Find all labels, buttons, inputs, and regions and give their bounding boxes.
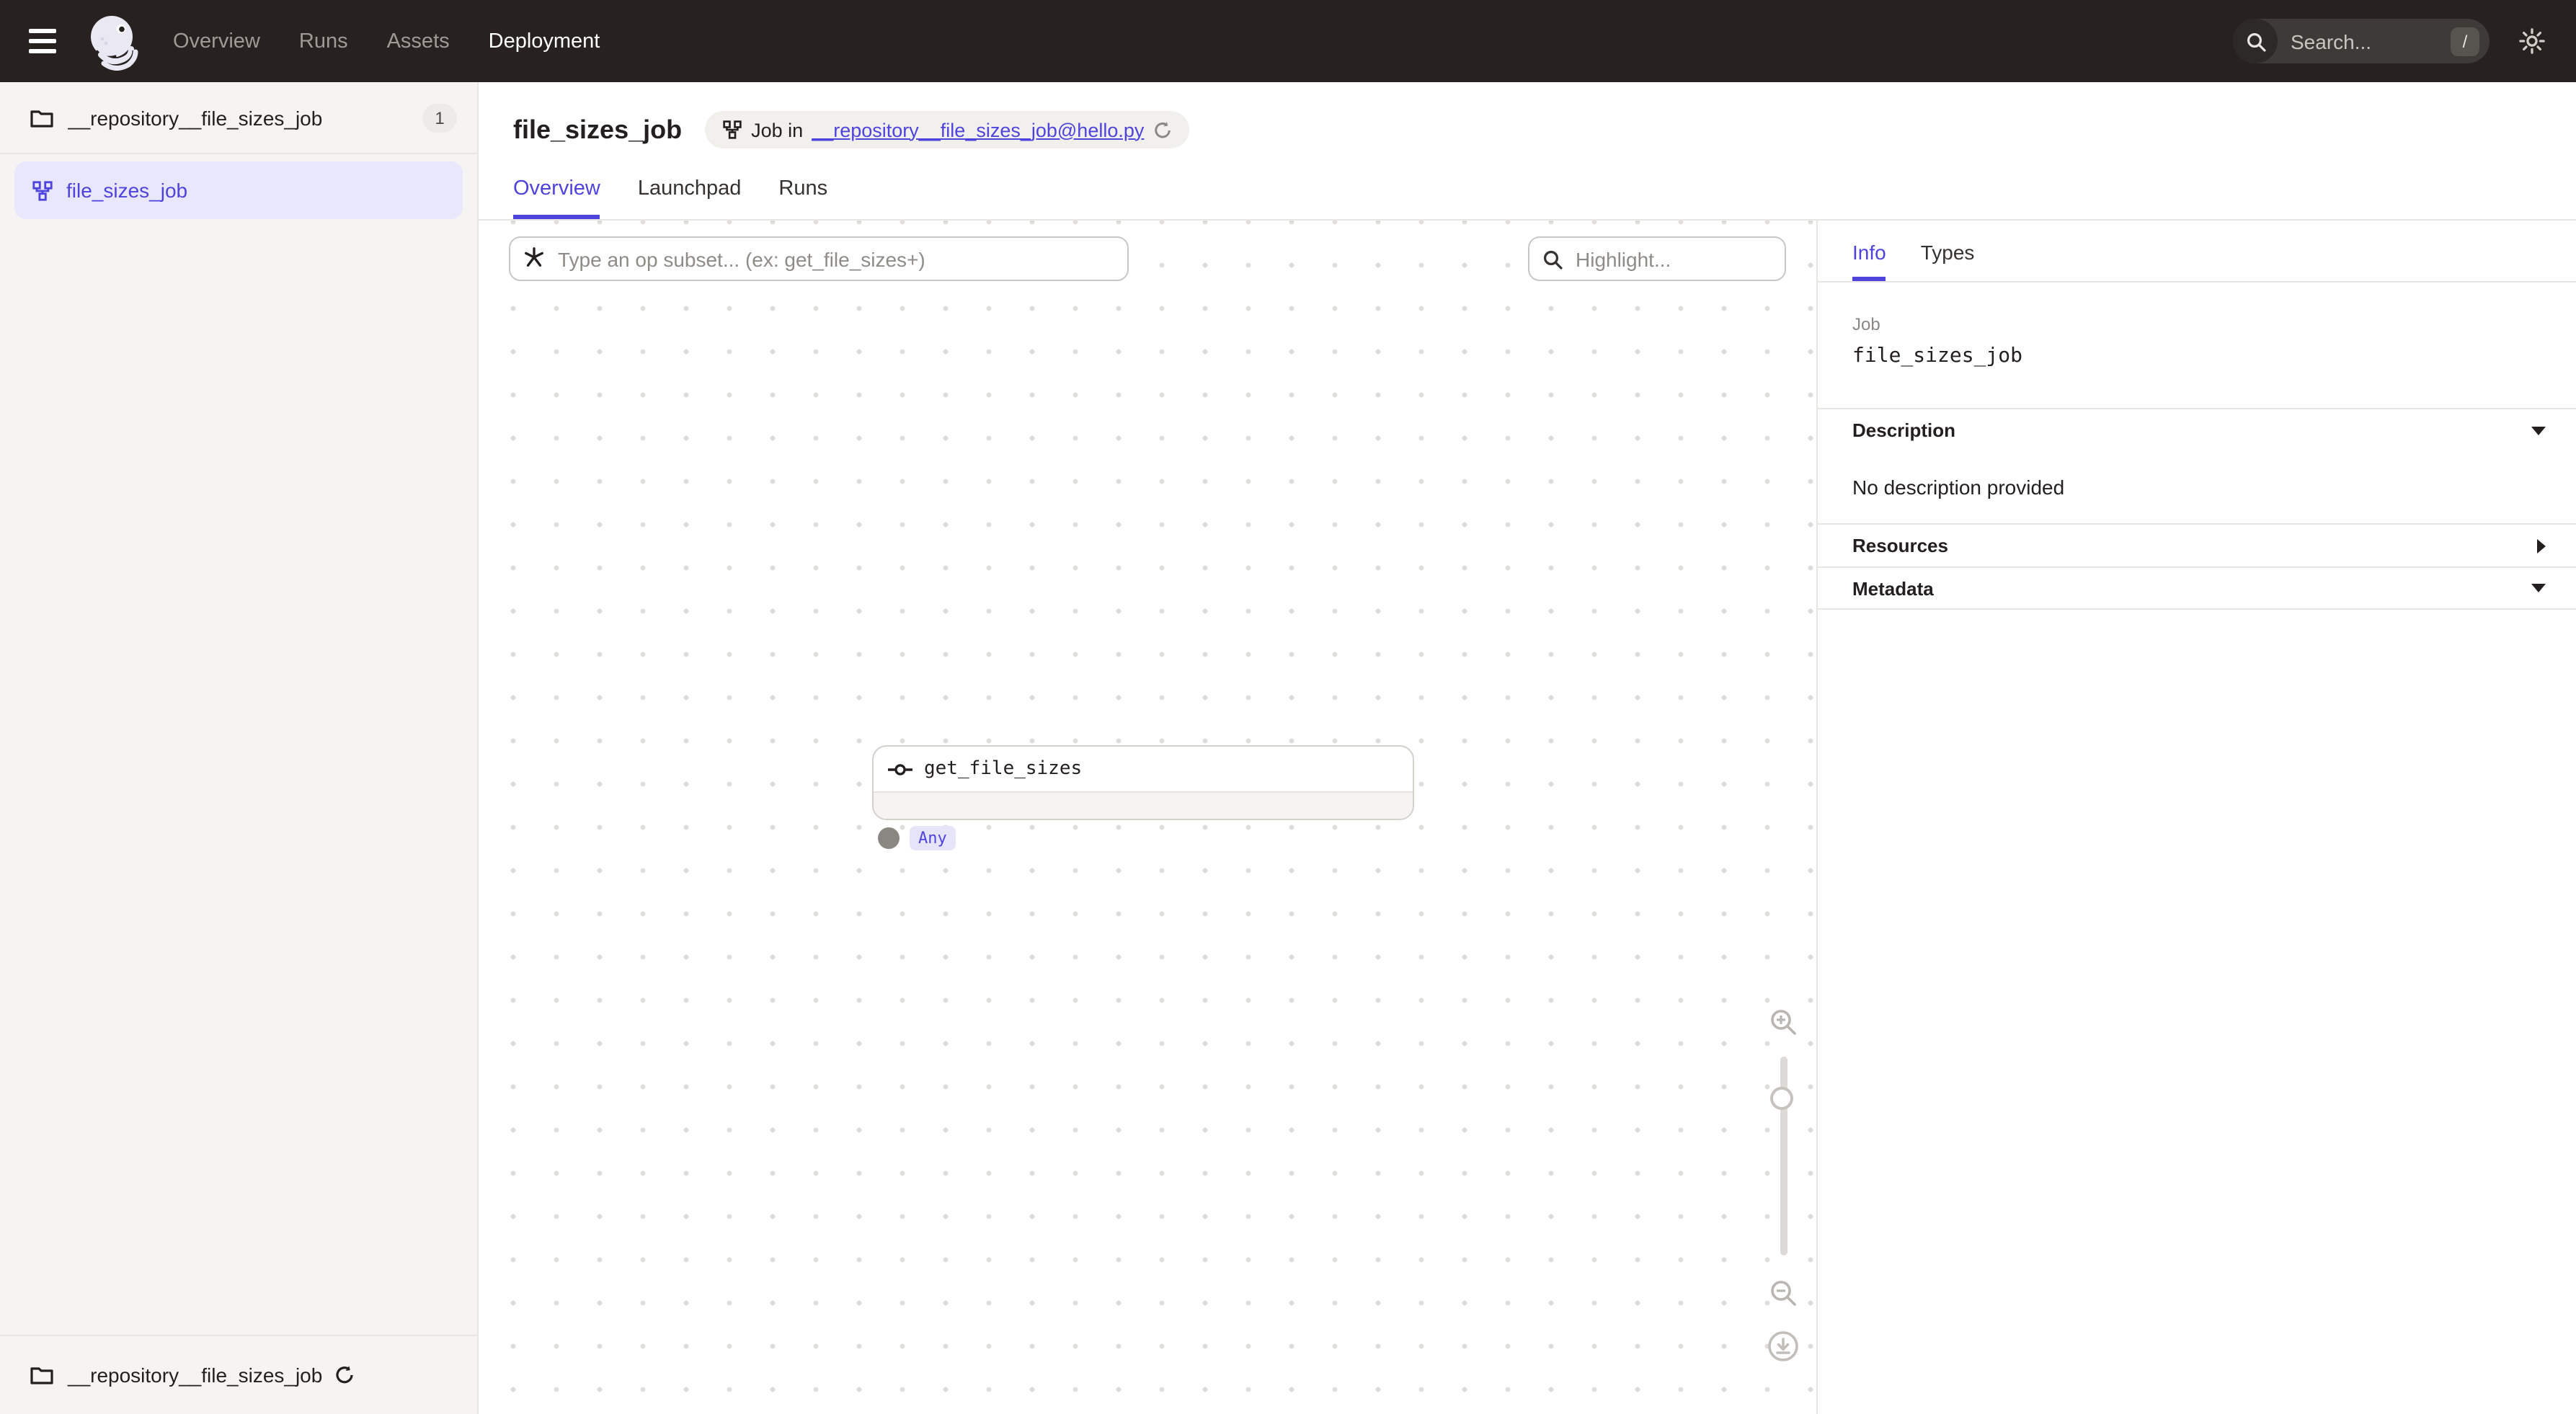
nav-item-assets[interactable]: Assets (387, 30, 450, 53)
op-subset-input[interactable] (555, 246, 1114, 272)
info-panel: Info Types Job file_sizes_job Descriptio… (1816, 221, 2576, 1414)
dagster-logo-icon[interactable] (84, 12, 141, 70)
nav-item-overview[interactable]: Overview (173, 30, 260, 53)
sidebar-footer: __repository__file_sizes_job (0, 1335, 477, 1414)
global-search-button[interactable]: Search... / (2233, 19, 2490, 63)
chevron-down-icon (2531, 426, 2546, 435)
sidebar-repo-name: __repository__file_sizes_job (68, 106, 422, 129)
top-nav: Overview Runs Assets Deployment Search..… (0, 0, 2576, 82)
tab-overview[interactable]: Overview (513, 177, 600, 219)
nav-item-runs[interactable]: Runs (299, 30, 348, 53)
chevron-down-icon (2531, 584, 2546, 592)
job-info-block: Job file_sizes_job (1818, 283, 2576, 408)
recenter-graph-icon[interactable] (1767, 1330, 1799, 1362)
zoom-in-icon[interactable] (1769, 1008, 1798, 1036)
highlight-input[interactable] (1573, 246, 1772, 272)
search-placeholder: Search... (2291, 30, 2451, 53)
op-node-config-strip (874, 793, 1413, 819)
section-description-title: Description (1852, 419, 1955, 441)
section-metadata-title: Metadata (1852, 577, 1934, 599)
job-repo-link[interactable]: __repository__file_sizes_job@hello.py (812, 119, 1144, 141)
zoom-controls (1759, 1008, 1808, 1362)
search-shortcut-key: / (2451, 27, 2479, 55)
zoom-slider-knob[interactable] (1769, 1087, 1793, 1110)
folder-icon (30, 107, 53, 128)
reload-repo-icon[interactable] (334, 1365, 354, 1385)
nav-links: Overview Runs Assets Deployment (173, 30, 600, 53)
search-icon (2233, 19, 2278, 63)
footer-repo-name: __repository__file_sizes_job (68, 1364, 322, 1387)
tab-launchpad[interactable]: Launchpad (638, 177, 742, 219)
op-node-get-file-sizes[interactable]: get_file_sizes (872, 745, 1414, 820)
op-icon (888, 762, 912, 776)
tab-types[interactable]: Types (1921, 241, 1975, 281)
dagster-app: Overview Runs Assets Deployment Search..… (0, 0, 2576, 1414)
reload-job-icon[interactable] (1152, 120, 1171, 139)
job-origin-tag: Job in __repository__file_sizes_job@hell… (705, 111, 1189, 148)
sidebar-item-file-sizes-job[interactable]: file_sizes_job (14, 161, 463, 219)
job-count-badge: 1 (422, 103, 457, 132)
settings-button[interactable] (2518, 27, 2546, 55)
job-graph-icon (32, 179, 53, 201)
zoom-slider[interactable] (1780, 1057, 1787, 1255)
description-empty-text: No description provided (1818, 451, 2576, 523)
folder-icon (30, 1365, 53, 1385)
section-resources[interactable]: Resources (1818, 523, 2576, 566)
op-output-type-badge[interactable]: Any (910, 826, 956, 850)
op-output-handle[interactable] (878, 827, 900, 849)
sidebar-item-label: file_sizes_job (66, 179, 187, 202)
job-tag-prefix: Job in (751, 119, 803, 141)
op-selector-icon (523, 246, 545, 272)
highlight-filter (1528, 236, 1786, 281)
tab-info[interactable]: Info (1852, 241, 1886, 281)
op-node-name: get_file_sizes (924, 758, 1082, 780)
panel-tabs: Info Types (1818, 221, 2576, 283)
sidebar-repo-header[interactable]: __repository__file_sizes_job 1 (0, 82, 477, 154)
page-header: file_sizes_job Job in __repository__file… (479, 82, 2576, 148)
sidebar: __repository__file_sizes_job 1 file_size… (0, 82, 479, 1414)
section-metadata[interactable]: Metadata (1818, 566, 2576, 610)
job-tabs: Overview Launchpad Runs (479, 148, 2576, 221)
nav-item-deployment[interactable]: Deployment (489, 30, 600, 53)
job-graph-icon (722, 120, 742, 140)
gear-icon (2518, 27, 2546, 55)
op-subset-filter (509, 236, 1129, 281)
page-title: file_sizes_job (513, 115, 682, 145)
hamburger-menu-icon[interactable] (0, 0, 84, 82)
op-graph-canvas[interactable]: get_file_sizes Any (479, 221, 1816, 1414)
search-icon (1542, 249, 1563, 269)
sidebar-job-list: file_sizes_job (0, 154, 477, 1335)
tab-runs[interactable]: Runs (778, 177, 827, 219)
chevron-right-icon (2537, 538, 2546, 553)
section-resources-title: Resources (1852, 535, 1948, 556)
main-content: file_sizes_job Job in __repository__file… (479, 82, 2576, 1414)
job-name: file_sizes_job (1852, 344, 2541, 368)
job-label: Job (1852, 314, 2541, 334)
zoom-out-icon[interactable] (1769, 1279, 1798, 1307)
section-description[interactable]: Description (1818, 408, 2576, 451)
